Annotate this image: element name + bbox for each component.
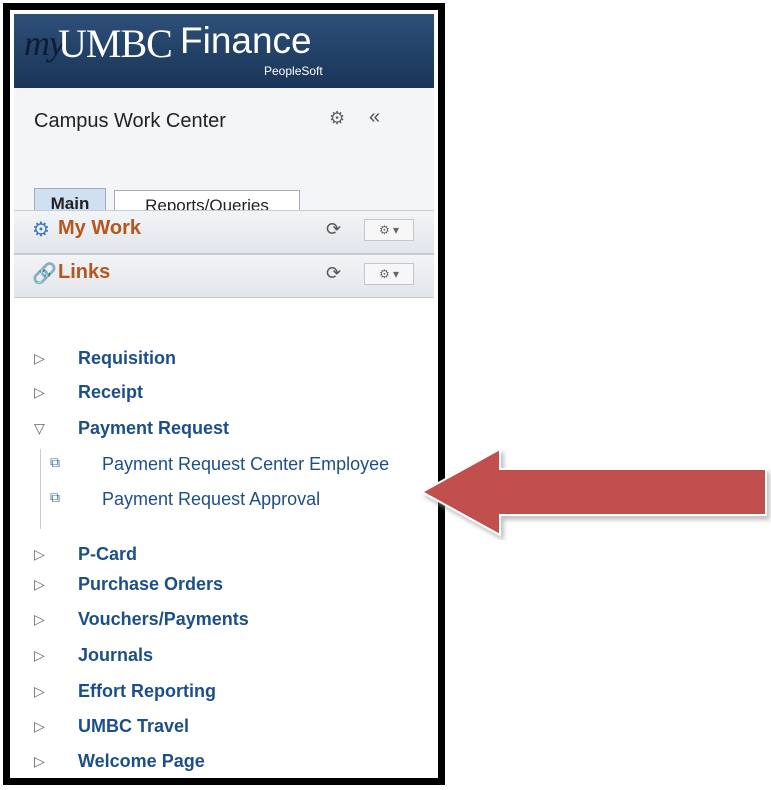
nav-label[interactable]: Receipt [78, 382, 143, 403]
brand-finance: Finance [180, 20, 312, 61]
collapse-icon[interactable]: « [369, 106, 380, 129]
expand-arrow-icon[interactable]: ▷ [34, 753, 45, 770]
expand-arrow-icon[interactable]: ▷ [34, 611, 45, 628]
brand-umbc: UMBC [58, 21, 173, 66]
pagelet-title-links[interactable]: Links [58, 261, 110, 284]
refresh-icon[interactable]: ⟳ [326, 219, 341, 240]
expand-arrow-icon[interactable]: ▷ [34, 384, 45, 401]
nav-item-welcome-page[interactable]: ▷ Welcome Page [14, 749, 434, 774]
frame-inner: my UMBC Finance PeopleSoft Campus Work C… [10, 10, 438, 778]
nav-label[interactable]: Welcome Page [78, 751, 205, 772]
gears-icon: ⚙ [32, 219, 50, 241]
sub-item-payment-request-center-employee[interactable]: ⧉ Payment Request Center Employee [14, 452, 434, 482]
nav-item-umbc-travel[interactable]: ▷ UMBC Travel [14, 714, 434, 744]
title-bar: Campus Work Center ⚙ « [14, 88, 434, 139]
expand-arrow-icon[interactable]: ▷ [34, 546, 45, 563]
pointer-arrow-shape [420, 447, 767, 537]
nav-label[interactable]: Payment Request [78, 418, 229, 439]
nav-label[interactable]: Journals [78, 645, 153, 666]
screenshot-frame: my UMBC Finance PeopleSoft Campus Work C… [3, 3, 445, 785]
sub-item-label[interactable]: Payment Request Center Employee [102, 454, 389, 475]
pagelet-title-my-work[interactable]: My Work [58, 217, 141, 240]
header-banner: my UMBC Finance PeopleSoft [14, 14, 434, 88]
pagelet-options-menu[interactable]: ⚙ ▾ [364, 219, 414, 241]
component-icon: ⧉ [50, 489, 60, 505]
collapse-arrow-icon[interactable]: ▽ [34, 420, 45, 437]
expand-arrow-icon[interactable]: ▷ [34, 647, 45, 664]
pagelet-my-work: ⚙ My Work ⟳ ⚙ ▾ [14, 210, 434, 254]
expand-arrow-icon[interactable]: ▷ [34, 683, 45, 700]
expand-arrow-icon[interactable]: ▷ [34, 718, 45, 735]
nav-item-requisition[interactable]: ▷ Requisition [14, 346, 434, 376]
nav-label[interactable]: UMBC Travel [78, 716, 189, 737]
nav-item-journals[interactable]: ▷ Journals [14, 643, 434, 673]
page-title: Campus Work Center [34, 110, 226, 132]
nav-label[interactable]: Vouchers/Payments [78, 609, 249, 630]
link-icon: 🔗 [32, 263, 57, 285]
work-center-panel: my UMBC Finance PeopleSoft Campus Work C… [14, 14, 434, 774]
pointer-arrow-icon [420, 447, 767, 537]
nav-item-vouchers-payments[interactable]: ▷ Vouchers/Payments [14, 607, 434, 637]
component-icon: ⧉ [50, 454, 60, 470]
expand-arrow-icon[interactable]: ▷ [34, 576, 45, 593]
expand-arrow-icon[interactable]: ▷ [34, 350, 45, 367]
sub-item-label[interactable]: Payment Request Approval [102, 489, 320, 510]
nav-label[interactable]: Effort Reporting [78, 681, 216, 702]
nav-item-purchase-orders[interactable]: ▷ Purchase Orders [14, 572, 434, 602]
refresh-icon[interactable]: ⟳ [326, 263, 341, 284]
nav-item-p-card[interactable]: ▷ P-Card [14, 542, 434, 572]
nav-item-receipt[interactable]: ▷ Receipt [14, 380, 434, 410]
brand-peoplesoft: PeopleSoft [264, 64, 323, 78]
nav-item-effort-reporting[interactable]: ▷ Effort Reporting [14, 679, 434, 709]
pagelet-links: 🔗 Links ⟳ ⚙ ▾ [14, 254, 434, 298]
sub-item-payment-request-approval[interactable]: ⧉ Payment Request Approval [14, 487, 434, 517]
gear-icon[interactable]: ⚙ [329, 108, 345, 129]
pagelet-options-menu[interactable]: ⚙ ▾ [364, 263, 414, 285]
nav-label[interactable]: Purchase Orders [78, 574, 223, 595]
nav-label[interactable]: P-Card [78, 544, 137, 565]
nav-label[interactable]: Requisition [78, 348, 176, 369]
tab-bar: Main Reports/Queries [14, 138, 434, 226]
nav-item-payment-request[interactable]: ▽ Payment Request [14, 416, 434, 446]
